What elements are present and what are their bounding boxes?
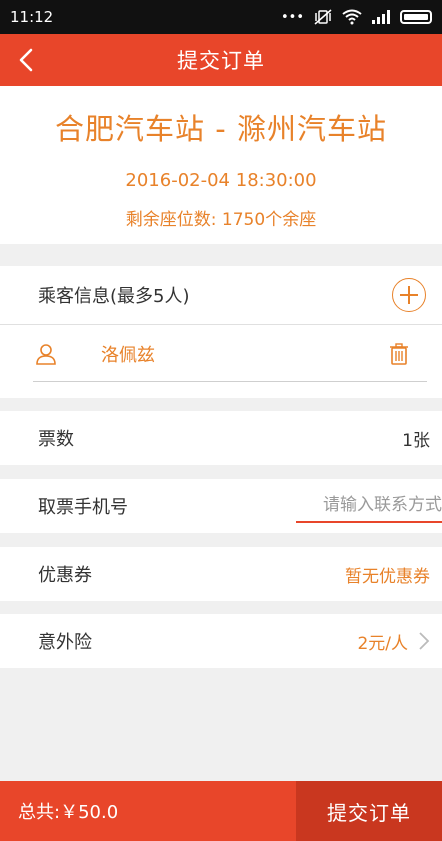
nav-bar: 提交订单 xyxy=(0,34,442,86)
trash-icon[interactable] xyxy=(389,343,409,365)
insurance-value-wrap: 2元/人 xyxy=(357,629,430,654)
passenger-header: 乘客信息(最多5人) xyxy=(0,266,442,324)
remaining-seats: 剩余座位数: 1750个余座 xyxy=(125,210,317,230)
person-icon xyxy=(36,344,56,365)
status-bar: 11:12 ••• xyxy=(0,0,442,34)
back-chevron-icon xyxy=(19,48,33,72)
chevron-right-icon xyxy=(419,632,430,650)
phone-input[interactable] xyxy=(296,489,442,523)
passenger-name: 洛佩兹 xyxy=(101,345,155,366)
insurance-row[interactable]: 意外险 2元/人 xyxy=(0,614,442,668)
status-time: 11:12 xyxy=(10,8,54,26)
insurance-content: 意外险 2元/人 xyxy=(0,614,442,668)
insurance-label: 意外险 xyxy=(38,632,92,653)
passenger-item[interactable]: 洛佩兹 xyxy=(33,327,427,382)
divider xyxy=(0,324,442,325)
phone-row: 取票手机号 xyxy=(0,479,442,533)
ticket-count-row: 票数 1张 xyxy=(0,411,442,465)
add-passenger-button[interactable] xyxy=(392,278,426,312)
phone-content: 取票手机号 xyxy=(0,479,442,533)
ticket-count-value: 1张 xyxy=(402,430,430,451)
departure-datetime: 2016-02-04 18:30:00 xyxy=(125,170,317,191)
vibrate-icon xyxy=(314,9,332,25)
back-button[interactable] xyxy=(14,46,38,74)
coupon-row[interactable]: 优惠券 暂无优惠券 xyxy=(0,547,442,601)
total-price: 总共:￥50.0 xyxy=(18,802,119,823)
phone-label: 取票手机号 xyxy=(38,497,128,518)
more-dots-icon: ••• xyxy=(280,9,304,25)
wifi-icon xyxy=(342,9,362,25)
insurance-value: 2元/人 xyxy=(357,633,408,654)
ticket-count-content: 票数 1张 xyxy=(0,411,442,465)
coupon-content: 优惠券 暂无优惠券 xyxy=(0,547,442,601)
route-summary: 合肥汽车站 - 滁州汽车站 2016-02-04 18:30:00 剩余座位数:… xyxy=(0,86,442,244)
status-icons: ••• xyxy=(281,9,432,25)
submit-order-button[interactable]: 提交订单 xyxy=(296,781,442,841)
route-title: 合肥汽车站 - 滁州汽车站 xyxy=(55,112,387,146)
passenger-section: 乘客信息(最多5人) 洛佩兹 xyxy=(0,266,442,398)
coupon-value: 暂无优惠券 xyxy=(345,566,430,587)
battery-icon xyxy=(400,10,432,24)
coupon-label: 优惠券 xyxy=(38,565,92,586)
bottom-bar: 总共:￥50.0 提交订单 xyxy=(0,781,442,841)
page-title: 提交订单 xyxy=(177,49,265,73)
ticket-count-label: 票数 xyxy=(38,429,74,450)
passenger-header-label: 乘客信息(最多5人) xyxy=(38,286,190,307)
signal-icon xyxy=(372,10,390,24)
